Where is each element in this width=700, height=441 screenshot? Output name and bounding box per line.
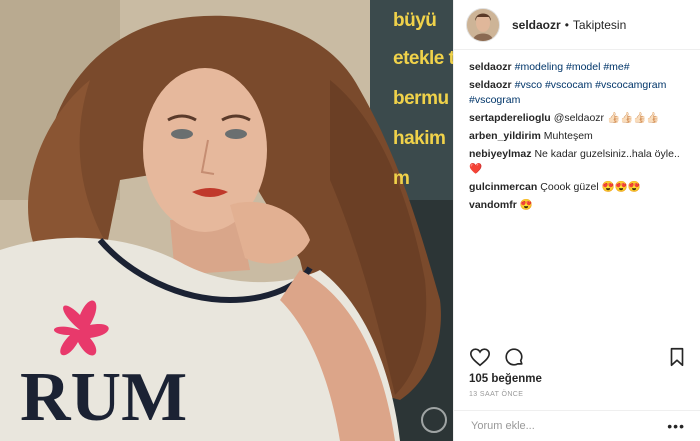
svg-text:RUM: RUM — [20, 359, 187, 436]
avatar-image — [467, 8, 499, 41]
comment-icon[interactable] — [503, 346, 525, 368]
post-photo[interactable]: RUM büyü etekle t bermu hakim m — [0, 0, 453, 441]
magazine-word: bermu — [393, 88, 449, 109]
more-options-icon[interactable]: ••• — [667, 418, 685, 434]
magazine-word: etekle t — [393, 48, 453, 69]
magazine-word: büyü — [393, 10, 437, 31]
comment-username[interactable]: seldaozr — [469, 79, 512, 91]
comment-text: @seldaozr 👍🏻👍🏻👍🏻👍🏻 — [553, 112, 660, 124]
comment-item: nebiyeylmaz Ne kadar guzelsiniz..hala öyl… — [469, 147, 688, 177]
bookmark-icon[interactable] — [666, 346, 688, 368]
comment-item: arben_yildirim Muhteşem — [469, 129, 688, 144]
comment-item: gulcinmercan Çoook güzel 😍😍😍 — [469, 180, 688, 195]
magazine-word: hakim — [393, 128, 446, 149]
add-comment-bar: ••• — [454, 410, 700, 441]
username-link[interactable]: seldaozr — [512, 18, 561, 32]
post-sidebar: seldaozr • Takiptesin seldaozr #modeling #m… — [453, 0, 700, 441]
watermark-icon — [421, 407, 447, 433]
post-header: seldaozr • Takiptesin — [454, 0, 700, 50]
comment-item: seldaozr #vsco #vscocam #vscocamgram #vsc… — [469, 78, 688, 108]
comment-item: seldaozr #modeling #model #me# — [469, 60, 688, 75]
separator-dot: • — [564, 17, 569, 32]
comment-username[interactable]: vandomfr — [469, 199, 517, 211]
magazine-text-column: büyü etekle t bermu hakim m — [383, 0, 453, 200]
comment-username[interactable]: gulcinmercan — [469, 181, 537, 193]
comment-text: Muhteşem — [543, 130, 593, 142]
magazine-word: m — [393, 168, 410, 189]
comment-username[interactable]: sertapderelioglu — [469, 112, 551, 124]
action-bar — [454, 345, 700, 369]
comment-input[interactable] — [469, 419, 663, 433]
follow-status[interactable]: Takiptesin — [573, 18, 626, 32]
comment-list: seldaozr #modeling #model #me# seldaozr #v… — [454, 50, 700, 213]
post-timestamp[interactable]: 13 SAAT ÖNCE — [469, 391, 523, 398]
avatar[interactable] — [466, 7, 500, 42]
comment-username[interactable]: nebiyeylmaz — [469, 148, 531, 160]
header-text: seldaozr • Takiptesin — [512, 18, 626, 32]
comment-text: Çoook güzel 😍😍😍 — [540, 181, 641, 193]
like-count[interactable]: 105 beğenme — [469, 373, 542, 385]
comment-text[interactable]: #modeling #model #me# — [515, 61, 630, 73]
comment-item: vandomfr 😍 — [469, 198, 688, 213]
comment-item: sertapderelioglu @seldaozr 👍🏻👍🏻👍🏻👍🏻 — [469, 111, 688, 126]
heart-icon[interactable] — [469, 346, 491, 368]
comment-text: 😍 — [519, 199, 533, 211]
comment-username[interactable]: arben_yildirim — [469, 130, 541, 142]
comment-username[interactable]: seldaozr — [469, 61, 512, 73]
